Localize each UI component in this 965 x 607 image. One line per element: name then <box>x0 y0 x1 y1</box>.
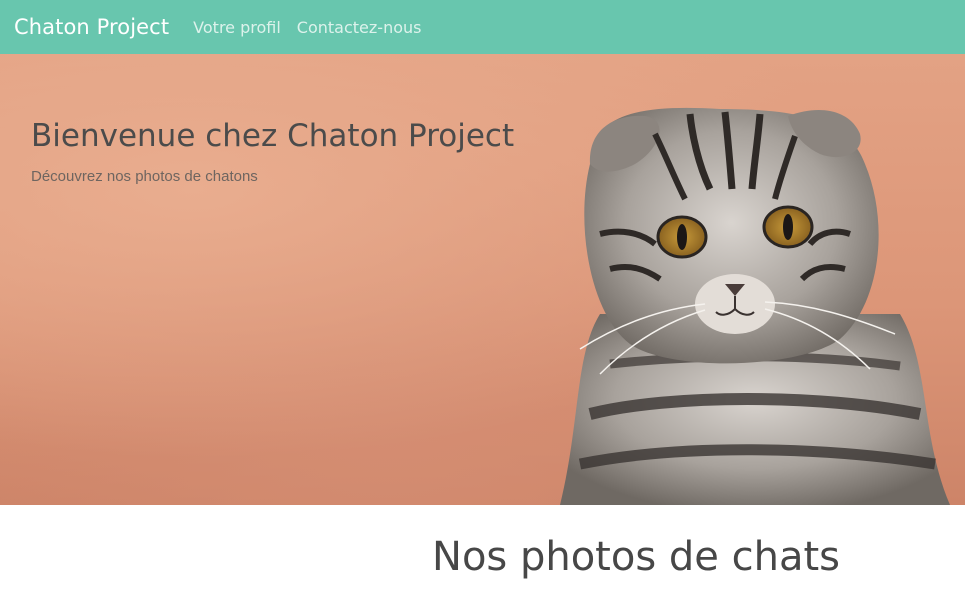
hero-subtitle: Découvrez nos photos de chatons <box>31 168 258 185</box>
top-navbar: Chaton Project Votre profil Contactez-no… <box>0 0 965 54</box>
brand-link[interactable]: Chaton Project <box>14 15 169 39</box>
nav-link-profile[interactable]: Votre profil <box>193 18 281 37</box>
section-title: Nos photos de chats <box>432 534 840 580</box>
nav-link-contact[interactable]: Contactez-nous <box>297 18 422 37</box>
cat-photo <box>560 107 950 505</box>
hero-title: Bienvenue chez Chaton Project <box>31 118 515 154</box>
hero-banner: Bienvenue chez Chaton Project Découvrez … <box>0 54 965 505</box>
